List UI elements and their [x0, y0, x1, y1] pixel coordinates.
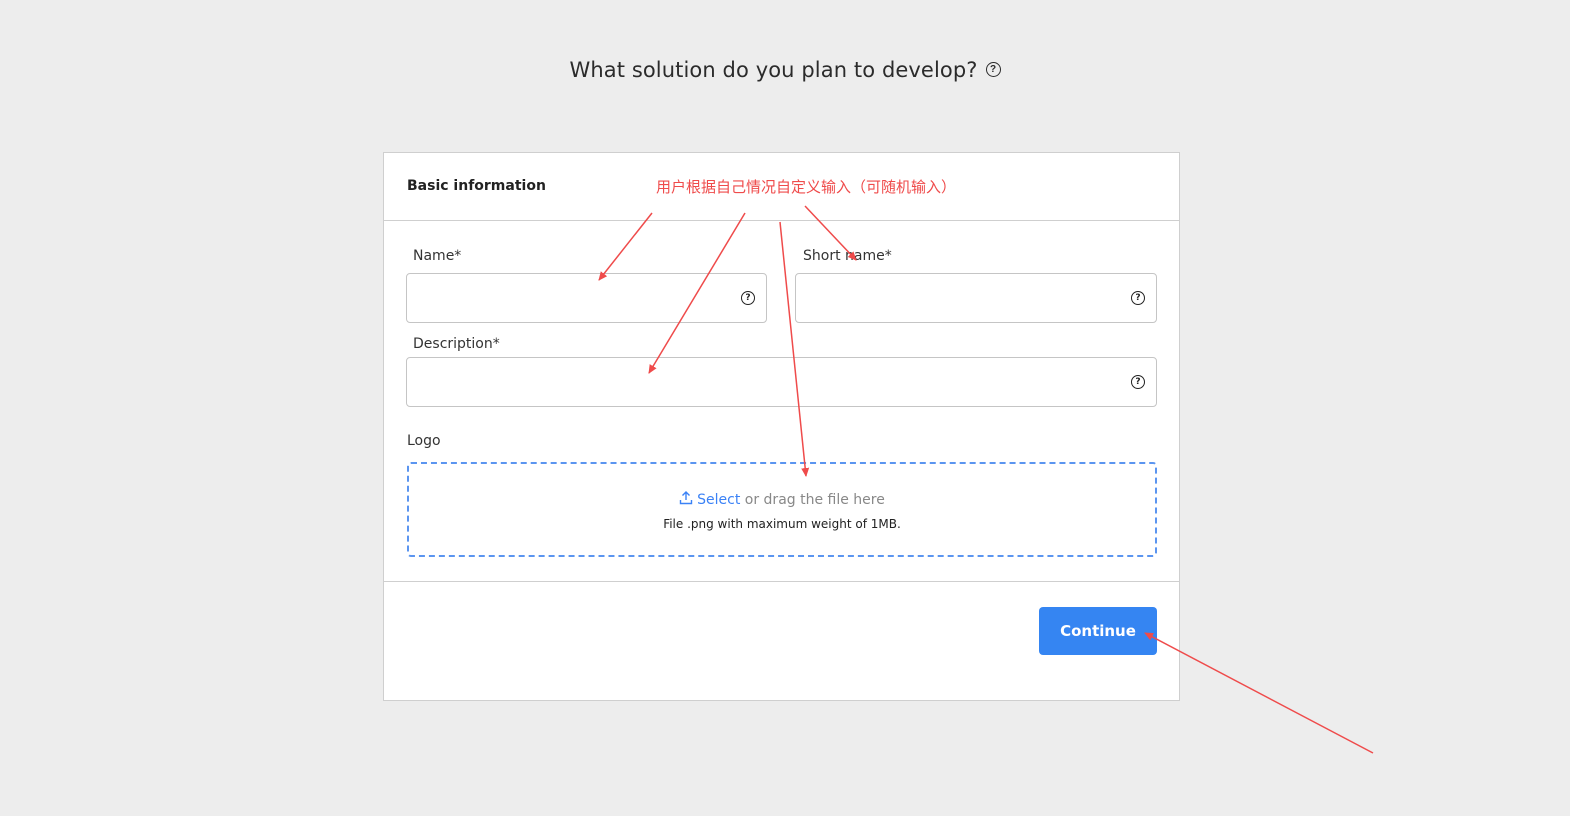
short-name-label: Short name* [803, 248, 892, 264]
basic-information-card: Basic information 用户根据自己情况自定义输入（可随机输入） N… [383, 152, 1180, 701]
select-file-link[interactable]: Select [697, 492, 740, 508]
question-circle-icon[interactable]: ? [1131, 375, 1145, 389]
page-title: What solution do you plan to develop? [569, 58, 978, 82]
question-circle-icon[interactable]: ? [985, 62, 1001, 77]
drag-text: or drag the file here [740, 492, 885, 508]
annotation-text: 用户根据自己情况自定义输入（可随机输入） [656, 179, 957, 196]
card-header: Basic information 用户根据自己情况自定义输入（可随机输入） [384, 153, 1179, 221]
short-name-input[interactable] [796, 274, 1156, 322]
upload-icon [679, 491, 693, 508]
logo-dropzone[interactable]: Select or drag the file here File .png w… [407, 462, 1157, 557]
page-header: What solution do you plan to develop?? [0, 58, 1570, 82]
dropzone-prompt: Select or drag the file here [409, 491, 1155, 508]
question-circle-icon[interactable]: ? [1131, 291, 1145, 305]
name-input[interactable] [407, 274, 766, 322]
logo-label: Logo [407, 433, 441, 449]
section-title: Basic information [407, 178, 546, 194]
continue-button[interactable]: Continue [1039, 607, 1157, 655]
name-field-wrapper: ? [406, 273, 767, 323]
description-label: Description* [413, 336, 500, 352]
description-field-wrapper: ? [406, 357, 1157, 407]
short-name-field-wrapper: ? [795, 273, 1157, 323]
footer-divider [384, 581, 1179, 582]
file-hint: File .png with maximum weight of 1MB. [663, 517, 901, 531]
name-label: Name* [413, 248, 462, 264]
description-input[interactable] [407, 358, 1156, 406]
question-circle-icon[interactable]: ? [741, 291, 755, 305]
